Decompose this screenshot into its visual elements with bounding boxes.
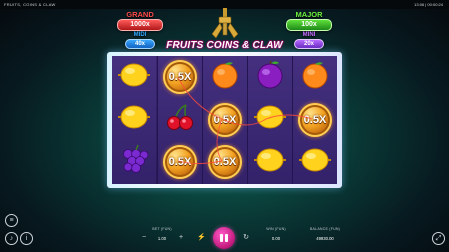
reel-cell: 0.5X — [203, 141, 247, 183]
reel-cell — [203, 56, 247, 98]
lemon-icon — [254, 145, 286, 180]
reel-4 — [247, 56, 292, 184]
plum-icon — [254, 60, 286, 95]
claw-icon — [211, 8, 239, 39]
coin-symbol: 0.5X — [298, 102, 332, 137]
orange-icon — [209, 60, 241, 95]
reel-cell: 0.5X — [158, 141, 202, 183]
lightning-icon[interactable]: ⚡ — [197, 234, 206, 242]
reel-cell: 0.5X — [293, 99, 337, 141]
reel-1 — [112, 56, 156, 184]
reel-cell: 0.5X — [158, 56, 202, 98]
minus-icon[interactable]: − — [140, 234, 148, 242]
reel-cell — [112, 141, 156, 183]
coin-symbol: 0.5X — [208, 145, 242, 180]
jackpot-mini-label: MINI — [302, 32, 316, 38]
coin-symbol: 0.5X — [163, 60, 197, 94]
clock: 13:06 | 00:00:24 — [414, 2, 443, 7]
jackpot-midi-value: 40x — [125, 39, 155, 49]
jackpot-grand-label: GRAND — [126, 10, 154, 19]
lemon-icon — [118, 102, 150, 137]
reel-3: 0.5X 0.5X — [202, 56, 247, 184]
reel-cell — [248, 99, 292, 141]
game-logo: FRUITS COINS & CLAW — [166, 40, 283, 51]
coin-multiplier-label: 0.5X — [213, 113, 237, 126]
jackpot-major: MAJOR 100x — [285, 11, 333, 31]
reel-cell — [112, 99, 156, 141]
win-label: WIN (FUN) — [266, 227, 286, 231]
reel-cell — [158, 99, 202, 141]
jackpot-midi-label: MIDI — [133, 32, 147, 38]
coin-multiplier-label: 0.5X — [168, 71, 192, 83]
reel-cell — [248, 56, 292, 98]
coin-multiplier-label: 0.5X — [168, 156, 192, 169]
reel-cell — [112, 56, 156, 98]
bet-value: 1.00 — [157, 236, 167, 241]
reel-cell — [293, 141, 337, 183]
win-value: 0.00 — [271, 236, 281, 241]
jackpot-major-label: MAJOR — [295, 10, 323, 19]
lemon-icon — [254, 102, 286, 137]
coin-multiplier-label: 0.5X — [303, 113, 327, 126]
plus-icon[interactable]: + — [177, 234, 185, 242]
reel-cell: 0.5X — [203, 99, 247, 141]
reel-cell — [248, 141, 292, 183]
balance-label: BALANCE (FUN) — [309, 227, 341, 231]
reel-cell — [293, 56, 337, 98]
spin-button[interactable] — [213, 227, 235, 249]
reel-2: 0.5X 0.5X — [157, 56, 202, 184]
game-title: FRUITS, COINS & CLAW — [4, 2, 56, 7]
balance-value: 49930.00 — [316, 236, 334, 241]
lemon-icon — [118, 60, 150, 95]
cherry-icon — [164, 102, 196, 137]
grapes-icon — [118, 144, 150, 181]
orange-icon — [299, 60, 331, 95]
pause-icon — [220, 234, 228, 242]
jackpot-grand: GRAND 1000x — [116, 11, 164, 31]
coin-multiplier-label: 0.5X — [213, 156, 237, 169]
reel-5: 0.5X — [292, 56, 337, 184]
jackpot-grand-value: 1000x — [117, 19, 163, 31]
lemon-icon — [299, 145, 331, 180]
coin-symbol: 0.5X — [208, 102, 242, 137]
bet-label: BET (FUN) — [152, 227, 172, 231]
jackpot-major-value: 100x — [286, 19, 332, 31]
jackpot-mini-value: 20x — [294, 39, 324, 49]
jackpot-mini: MINI 20x — [285, 32, 333, 49]
autoplay-icon[interactable]: ↻ — [242, 234, 250, 242]
coin-symbol: 0.5X — [163, 145, 197, 180]
reel-grid: 0.5X 0.5X 0.5X 0.5X 0.5X — [112, 56, 337, 184]
